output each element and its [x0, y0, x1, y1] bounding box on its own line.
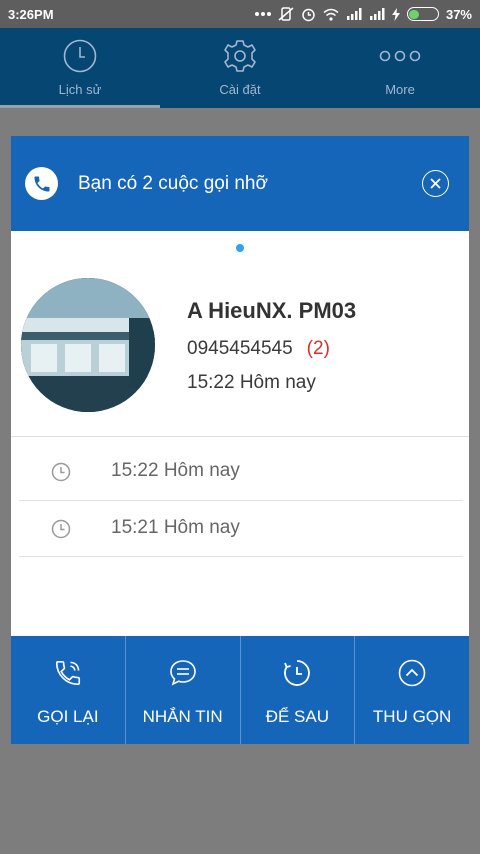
action-label: NHẮN TIN — [142, 707, 223, 726]
clock-icon — [63, 39, 97, 76]
action-bar: GỌI LẠI NHẮN TIN ĐỂ SAU THU GỌN — [11, 636, 469, 744]
battery-percent: 37% — [445, 6, 472, 22]
tab-history[interactable]: Lịch sử — [0, 28, 160, 108]
close-icon — [430, 178, 441, 189]
snooze-clock-icon — [282, 658, 312, 693]
tab-label: Lịch sử — [58, 82, 102, 97]
send-message-button[interactable]: NHẮN TIN — [126, 636, 241, 744]
status-icons: 37% — [254, 6, 472, 22]
contact-last-call-time: 15:22 Hôm nay — [187, 372, 316, 393]
tab-more[interactable]: More — [320, 28, 480, 108]
tab-bar: Lịch sử Cài đặt More — [0, 28, 480, 108]
status-bar: 3:26PM 37% — [0, 0, 480, 28]
dialog-title: Bạn có 2 cuộc gọi nhỡ — [78, 172, 268, 194]
gear-icon — [223, 39, 257, 76]
status-time: 3:26PM — [8, 6, 54, 22]
signal-icon — [369, 8, 385, 20]
call-back-button[interactable]: GỌI LẠI — [11, 636, 126, 744]
divider — [19, 556, 463, 557]
battery-icon — [406, 7, 439, 21]
tab-settings[interactable]: Cài đặt — [160, 28, 320, 108]
phone-icon — [53, 658, 83, 693]
message-icon — [168, 658, 198, 693]
page-indicator-dot — [236, 244, 244, 252]
vibrate-icon — [278, 7, 294, 21]
contact-card: A HieuNX. PM03 0945454545 (2) 15:22 Hôm n… — [21, 278, 461, 413]
chevron-up-icon — [397, 658, 427, 693]
tab-label: More — [385, 82, 415, 97]
collapse-button[interactable]: THU GỌN — [355, 636, 469, 744]
alarm-icon — [301, 7, 316, 22]
missed-count: (2) — [306, 338, 330, 359]
contact-name: A HieuNX. PM03 — [187, 298, 357, 323]
clock-icon — [51, 519, 71, 544]
call-time: 15:22 Hôm nay — [111, 460, 240, 481]
call-time: 15:21 Hôm nay — [111, 517, 240, 538]
phone-icon — [25, 167, 58, 200]
more-dots-icon — [379, 39, 421, 76]
avatar[interactable] — [21, 278, 155, 412]
contact-phone-line: 0945454545 (2) — [187, 338, 330, 360]
action-label: ĐỂ SAU — [265, 707, 330, 726]
remind-later-button[interactable]: ĐỂ SAU — [241, 636, 356, 744]
close-button[interactable] — [422, 170, 449, 197]
action-label: GỌI LẠI — [37, 707, 99, 726]
clock-icon — [51, 462, 71, 487]
tab-label: Cài đặt — [219, 82, 261, 97]
call-log-row: 15:22 Hôm nay — [11, 444, 469, 500]
contact-phone: 0945454545 — [187, 338, 293, 359]
divider — [11, 436, 469, 437]
call-log-row: 15:21 Hôm nay — [11, 501, 469, 557]
charging-icon — [391, 7, 400, 21]
wifi-icon — [323, 8, 339, 21]
missed-call-dialog: Bạn có 2 cuộc gọi nhỡ A HieuNX. PM03 094… — [11, 136, 469, 744]
more-dots-icon — [254, 11, 271, 17]
action-label: THU GỌN — [372, 707, 452, 726]
dialog-header: Bạn có 2 cuộc gọi nhỡ — [11, 136, 469, 231]
signal-icon — [346, 8, 362, 20]
